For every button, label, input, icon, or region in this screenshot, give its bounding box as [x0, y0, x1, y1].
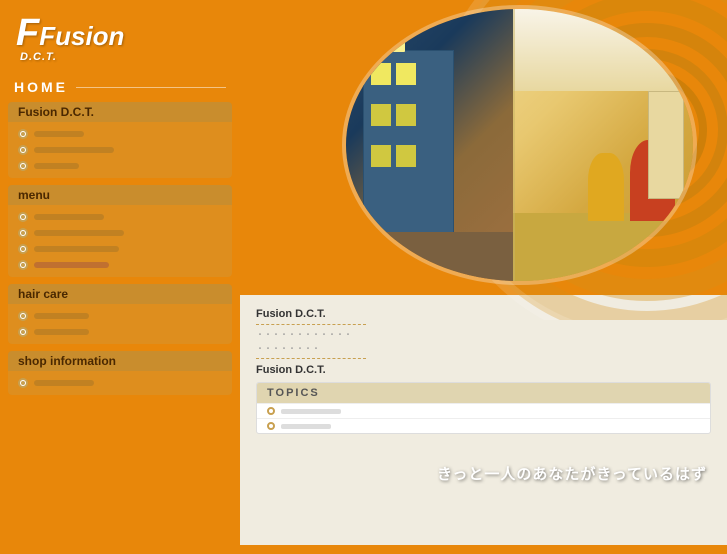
nav-section-shopinfo-header[interactable]: shop information [8, 351, 232, 371]
logo: FFusion D.C.T. [16, 14, 224, 63]
nav-bullet [18, 327, 28, 337]
nav-item[interactable] [8, 225, 232, 241]
nav-item[interactable] [8, 375, 232, 391]
nav-section-fusion: Fusion D.C.T. [8, 102, 232, 178]
nav-section-haircare: hair care [8, 284, 232, 344]
nav-bullet [18, 161, 28, 171]
content-small-text-2: ・・・・・・・・ [256, 343, 711, 354]
content-divider [256, 324, 366, 325]
nav-bullet [18, 145, 28, 155]
home-label: HOME [14, 79, 68, 95]
nav-section-shopinfo: shop information [8, 351, 232, 395]
topics-header: TOPICS [257, 383, 710, 403]
nav-item[interactable] [8, 209, 232, 225]
nav-bullet [18, 260, 28, 270]
content-divider-2 [256, 358, 366, 359]
nav-bullet [18, 244, 28, 254]
content-title: Fusion D.C.T. [256, 308, 711, 320]
sidebar: FFusion D.C.T. HOME Fusion D.C.T. [0, 0, 240, 545]
nav-bar [34, 380, 94, 386]
photo-interior-side [513, 9, 693, 281]
nav-bar [34, 230, 124, 236]
nav-item[interactable] [8, 158, 232, 174]
content-section-title: Fusion D.C.T. [256, 364, 711, 376]
nav-bar [34, 246, 119, 252]
nav-item[interactable] [8, 126, 232, 142]
nav-bar [34, 313, 89, 319]
photo-building-side: FusionD.C.T. [346, 9, 513, 281]
main-photo: FusionD.C.T. [342, 5, 697, 285]
topics-bullet [267, 407, 275, 415]
logo-subtitle: D.C.T. [20, 52, 224, 63]
topics-bar [281, 409, 341, 414]
topics-box: TOPICS [256, 382, 711, 434]
content-left: Fusion D.C.T. ・・・・・・・・・・・・ ・・・・・・・・ Fusi… [256, 308, 711, 434]
nav-section-menu-header[interactable]: menu [8, 185, 232, 205]
logo-area: FFusion D.C.T. [0, 0, 240, 73]
nav-bar [34, 163, 79, 169]
nav-bar [34, 131, 84, 137]
nav-bullet [18, 212, 28, 222]
nav-bar [34, 214, 104, 220]
content-area: Fusion D.C.T. ・・・・・・・・・・・・ ・・・・・・・・ Fusi… [240, 300, 727, 545]
topics-item[interactable] [257, 418, 710, 433]
nav-bullet [18, 311, 28, 321]
content-small-text-1: ・・・・・・・・・・・・ [256, 329, 711, 340]
nav-item[interactable] [8, 241, 232, 257]
nav-item[interactable] [8, 308, 232, 324]
nav-section-haircare-header[interactable]: hair care [8, 284, 232, 304]
nav-bullet [18, 228, 28, 238]
nav-item[interactable] [8, 257, 232, 273]
topics-item[interactable] [257, 403, 710, 418]
topics-bar [281, 424, 331, 429]
nav-item[interactable] [8, 324, 232, 340]
nav-section-fusion-header[interactable]: Fusion D.C.T. [8, 102, 232, 122]
nav-section-menu: menu [8, 185, 232, 277]
nav-bar [34, 329, 89, 335]
topics-bullet [267, 422, 275, 430]
nav-bar [34, 262, 109, 268]
nav-bullet [18, 129, 28, 139]
nav-bar [34, 147, 114, 153]
sidebar-nav[interactable]: Fusion D.C.T. menu [0, 99, 240, 554]
home-divider [76, 87, 226, 88]
building-sign: FusionD.C.T. [376, 36, 405, 52]
nav-bullet [18, 378, 28, 388]
main-content: FusionD.C.T. きっと一人のあなたがきっているはず Fusion [240, 0, 727, 545]
home-section: HOME [0, 73, 240, 99]
nav-item[interactable] [8, 142, 232, 158]
